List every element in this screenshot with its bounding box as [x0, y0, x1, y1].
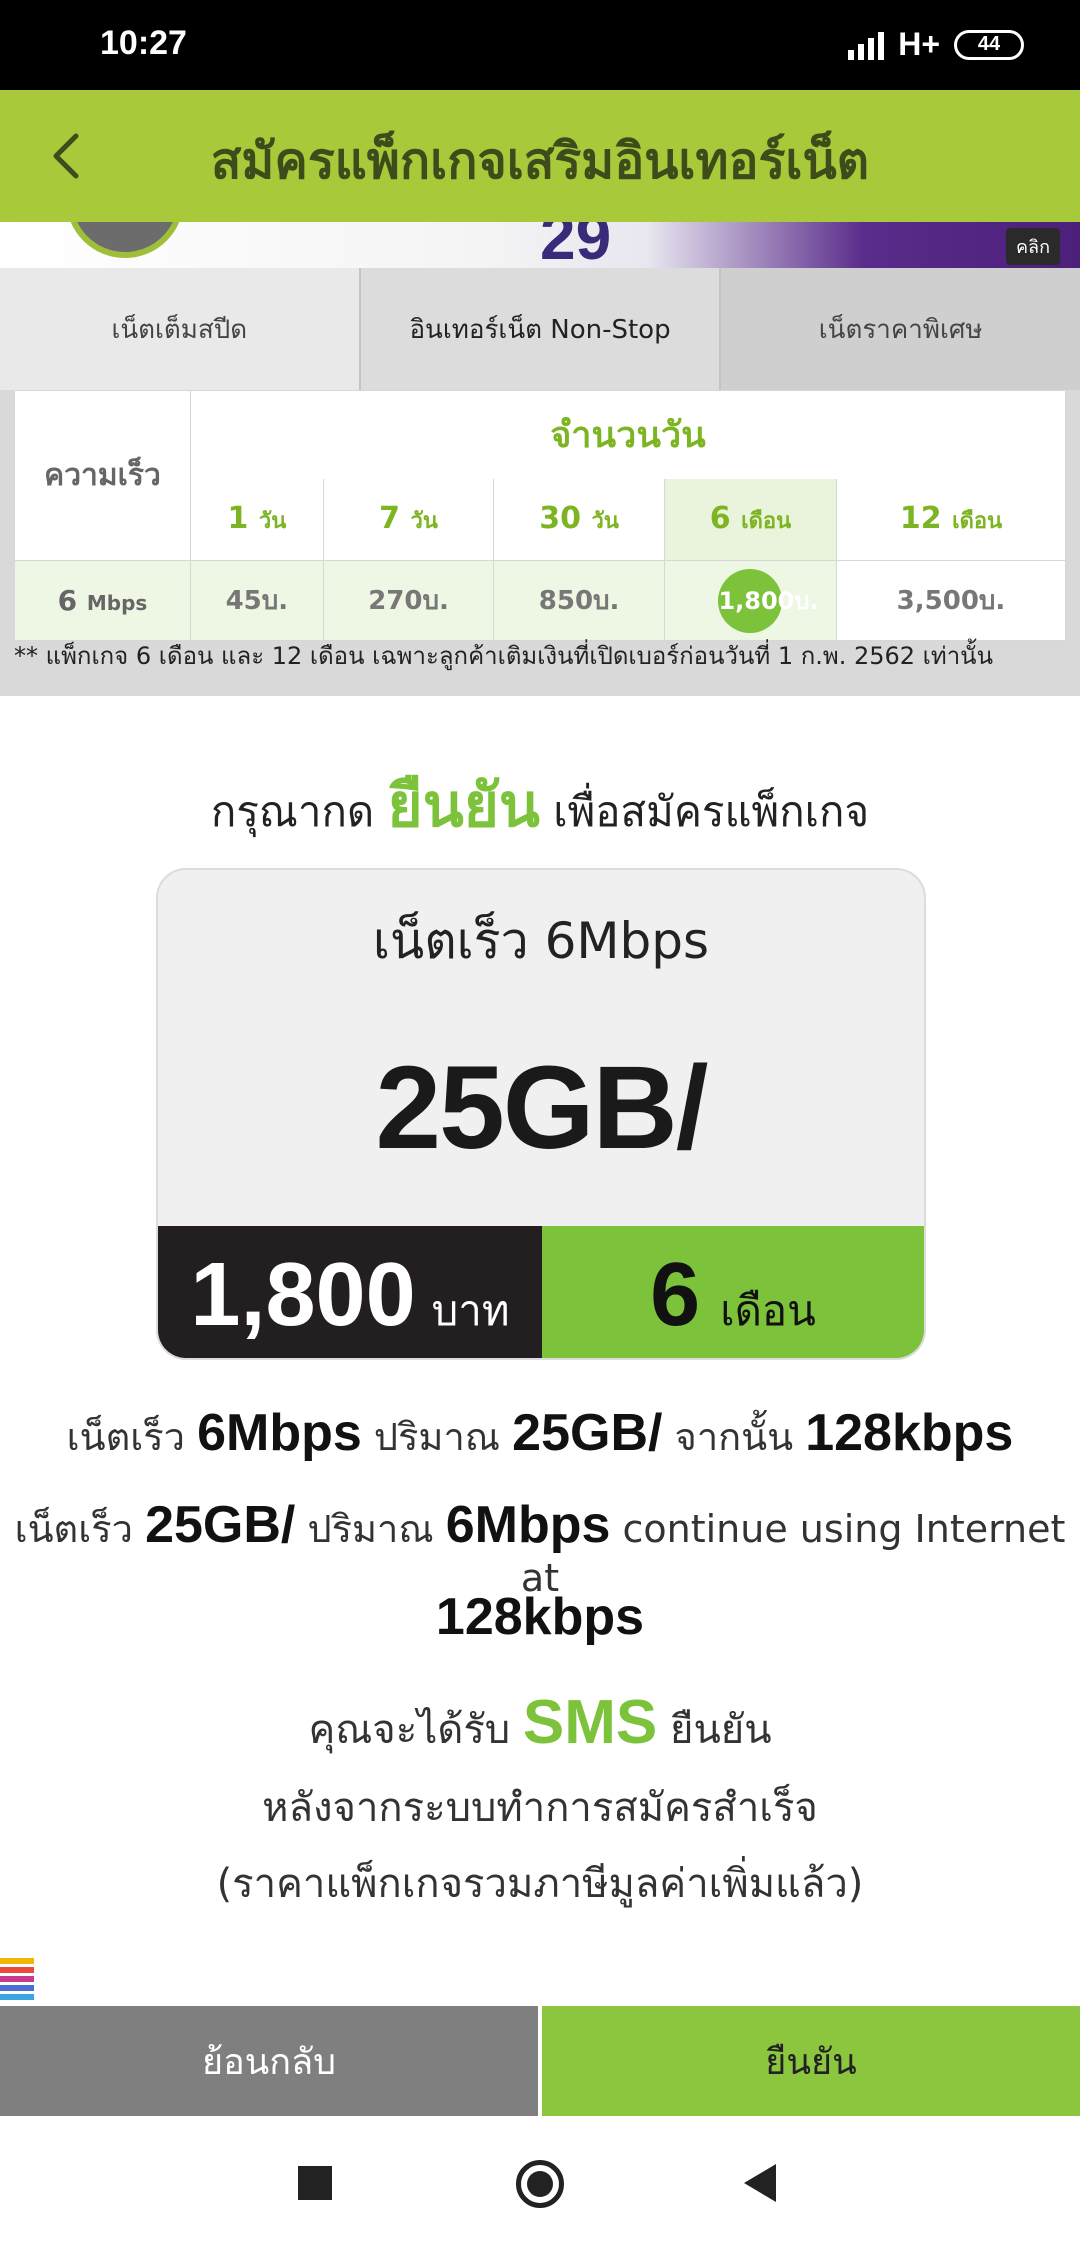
days-header: จำนวนวัน	[190, 390, 1066, 479]
status-time: 10:27	[100, 24, 187, 62]
price-30-days[interactable]: 850บ.	[493, 560, 665, 641]
package-card-footer: 1,800 บาท 6 เดือน	[158, 1226, 924, 1358]
package-note: ** แพ็กเกจ 6 เดือน และ 12 เดือน เฉพาะลูก…	[14, 642, 993, 670]
battery-icon: 44	[954, 29, 1024, 60]
selected-price-badge: 1,800บ.	[718, 568, 819, 633]
equalizer-icon[interactable]	[0, 1958, 40, 2006]
package-card: เน็ตเร็ว 6Mbps 25GB/ 1,800 บาท 6 เดือน	[156, 868, 926, 1360]
prompt-highlight: ยืนยัน	[387, 771, 540, 841]
rate-panel: ความเร็ว จำนวนวัน 1 วัน 7 วัน 30 วัน 6 เ…	[0, 390, 1080, 696]
promo-banner[interactable]: 29 คลิก	[0, 222, 1080, 268]
speed-value: 6 Mbps	[14, 560, 191, 641]
price-1-day[interactable]: 45บ.	[190, 560, 324, 641]
package-price: 1,800 บาท	[158, 1226, 542, 1358]
price-12-months[interactable]: 3,500บ.	[835, 560, 1067, 641]
rate-table: ความเร็ว จำนวนวัน 1 วัน 7 วัน 30 วัน 6 เ…	[14, 390, 1067, 641]
confirm-prompt: กรุณากด ยืนยัน เพื่อสมัครแพ็กเกจ	[210, 771, 870, 841]
option-1-day[interactable]: 1 วัน	[190, 478, 324, 561]
package-quota: 25GB/	[375, 1042, 708, 1174]
sms-notice: คุณจะได้รับ SMS ยืนยัน	[308, 1688, 772, 1757]
system-nav-bar	[0, 2116, 1080, 2246]
banner-click-label[interactable]: คลิก	[1006, 228, 1060, 265]
option-30-days[interactable]: 30 วัน	[493, 478, 665, 561]
banner-logo	[66, 222, 184, 258]
after-register-notice: หลังจากระบบทำการสมัครสำเร็จ	[262, 1785, 818, 1831]
speed-header: ความเร็ว	[14, 390, 191, 561]
tab-full-speed[interactable]: เน็ตเต็มสปีด	[0, 268, 361, 390]
vat-notice: (ราคาแพ็กเกจรวมภาษีมูลค่าเพิ่มแล้ว)	[216, 1861, 864, 1907]
signal-icon	[848, 30, 885, 60]
recent-apps-icon[interactable]	[298, 2166, 332, 2200]
banner-number: 29	[540, 222, 612, 268]
option-6-months[interactable]: 6 เดือน	[663, 478, 837, 561]
option-7-days[interactable]: 7 วัน	[322, 478, 495, 561]
page-title: สมัครแพ็กเกจเสริมอินเทอร์เน็ต	[210, 133, 870, 189]
package-speed-title: เน็ตเร็ว 6Mbps	[372, 912, 710, 970]
description-line-1: เน็ตเร็ว 6Mbps ปริมาณ 25GB/ จากนั้น 128k…	[66, 1404, 1014, 1462]
description-line-3: 128kbps	[435, 1588, 645, 1646]
back-button[interactable]: ย้อนกลับ	[0, 2006, 538, 2116]
status-bar: 10:27 H+ 44	[0, 0, 1080, 90]
status-icons: H+ 44	[848, 26, 1024, 63]
system-back-icon[interactable]	[744, 2164, 776, 2202]
option-12-months[interactable]: 12 เดือน	[835, 478, 1067, 561]
package-duration: 6 เดือน	[542, 1226, 924, 1358]
app-header: สมัครแพ็กเกจเสริมอินเทอร์เน็ต	[0, 90, 1080, 222]
home-icon[interactable]	[516, 2160, 564, 2208]
price-6-months[interactable]: 1,800บ.	[663, 560, 837, 641]
tab-special-price[interactable]: เน็ตราคาพิเศษ	[721, 268, 1080, 390]
tab-non-stop[interactable]: อินเทอร์เน็ต Non-Stop	[360, 268, 722, 390]
confirm-button[interactable]: ยืนยัน	[542, 2006, 1080, 2116]
battery-level: 44	[977, 33, 1001, 55]
price-7-days[interactable]: 270บ.	[322, 560, 495, 641]
package-tabs: เน็ตเต็มสปีด อินเทอร์เน็ต Non-Stop เน็ตร…	[0, 268, 1080, 390]
network-type: H+	[898, 26, 940, 62]
